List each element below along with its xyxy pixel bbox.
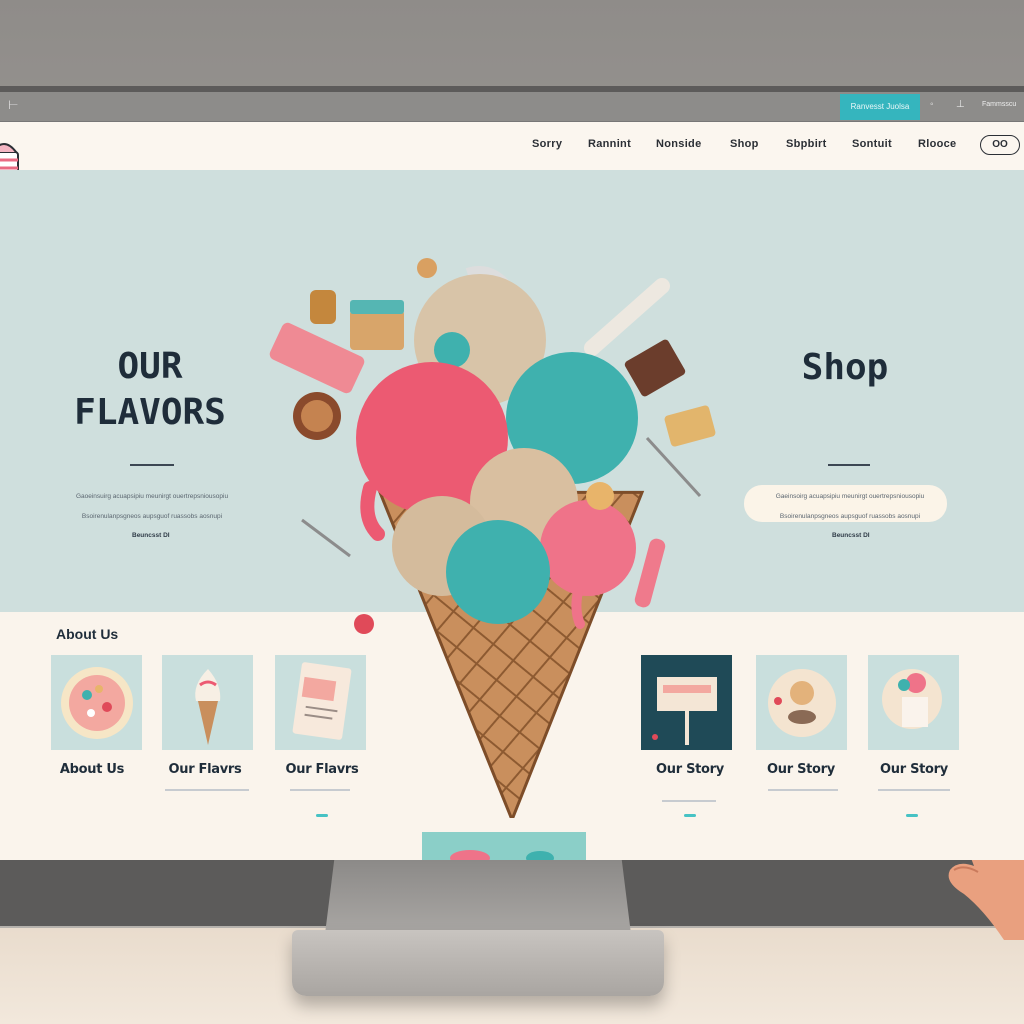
card-thumb-flavors-1[interactable] [162,655,253,750]
account-label[interactable]: Fammsscu [982,101,1016,108]
nav-item-rlooce[interactable]: Rlooce [918,138,956,150]
back-arrow-icon[interactable]: ⊢ [8,98,18,112]
hero-meta-right: Beuncsst DI [832,532,870,539]
hero-divider-right [828,464,870,466]
card-caption-story-3[interactable]: Our Story [854,762,974,777]
sundae-bowl-icon [882,669,942,729]
card-caption-story-2[interactable]: Our Story [741,762,861,777]
hero-blurb-right: Gaeinsoirg acuapsipiu meunirgt ouertreps… [752,492,948,522]
sign-post-icon [652,677,717,745]
hero-blurb-left: Gaoeinsuirg acuapsipiu meunirgt ouertrep… [52,492,252,522]
dessert-plate-icon [61,667,133,739]
card-indicator [316,814,328,817]
settings-icon[interactable]: ◦ [930,99,934,110]
hero-blurb-left-line2: Bsoirenulanpsgneos aupsguof ruassobs aos… [81,513,223,520]
card-indicator [906,814,918,817]
card-thumb-story-3[interactable] [868,655,959,750]
card-thumb-story-2[interactable] [756,655,847,750]
hero-title-flavors: OUR FLAVORS [60,344,240,436]
monitor-stand-base [292,930,664,996]
card-caption-story-1[interactable]: Our Story [630,762,750,777]
card-subtext [290,789,350,791]
nav-pill-button[interactable]: OO [980,135,1020,155]
nav-item-sbpbirt[interactable]: Sbpbirt [786,138,827,150]
card-caption-flavors-1[interactable]: Our Flavrs [145,762,265,777]
nav-item-sorry[interactable]: Sorry [532,138,562,150]
card-subtext [878,789,950,791]
card-subtext [662,800,716,802]
nav-item-shop[interactable]: Shop [730,138,759,150]
nav-item-rannint[interactable]: Rannint [588,138,631,150]
card-indicator [684,814,696,817]
card-subtext [165,789,249,791]
hero-title-shop: Shop [801,347,889,388]
card-caption-about[interactable]: About Us [32,762,152,777]
dessert-plate-icon [768,669,836,737]
card-caption-flavors-2[interactable]: Our Flavrs [262,762,382,777]
card-thumb-about[interactable] [51,655,142,750]
ice-cream-scoops-icon [450,850,554,860]
hero-blurb-right-line1: Gaeinsoirg acuapsipiu meunirgt ouertreps… [775,493,925,500]
hero-blurb-right-line2: Bsoirenulanpsgneos aupsguof ruassobs aos… [779,513,921,520]
hero-divider-left [130,464,174,466]
nav-item-sontuit[interactable]: Sontuit [852,138,892,150]
monitor-screen: ⊢ Ranvesst Juolsa ◦ ⊥ Fammsscu Sorry Ran… [0,92,1024,860]
card-subtext [768,789,838,791]
card-thumb-story-1[interactable] [641,655,732,750]
site-header: Sorry Rannint Nonside Shop Sbpbirt Sontu… [0,122,1024,189]
about-us-heading: About Us [56,626,119,642]
browser-toolbar: ⊢ Ranvesst Juolsa ◦ ⊥ Fammsscu [0,92,1024,122]
user-icon[interactable]: ⊥ [956,99,965,110]
hero-title-line2: FLAVORS [74,392,226,433]
footer-preview-strip [422,832,586,860]
browser-badge[interactable]: Ranvesst Juolsa [840,94,920,120]
menu-card-icon [292,662,352,740]
hero-meta-left: Beuncsst DI [132,532,170,539]
card-thumb-flavors-2[interactable] [275,655,366,750]
soft-serve-cone-icon [195,669,221,745]
hero-blurb-left-line1: Gaoeinsuirg acuapsipiu meunirgt ouertrep… [75,493,229,500]
nav-item-nonside[interactable]: Nonside [656,138,702,150]
hero-title-line1: OUR [117,346,183,387]
